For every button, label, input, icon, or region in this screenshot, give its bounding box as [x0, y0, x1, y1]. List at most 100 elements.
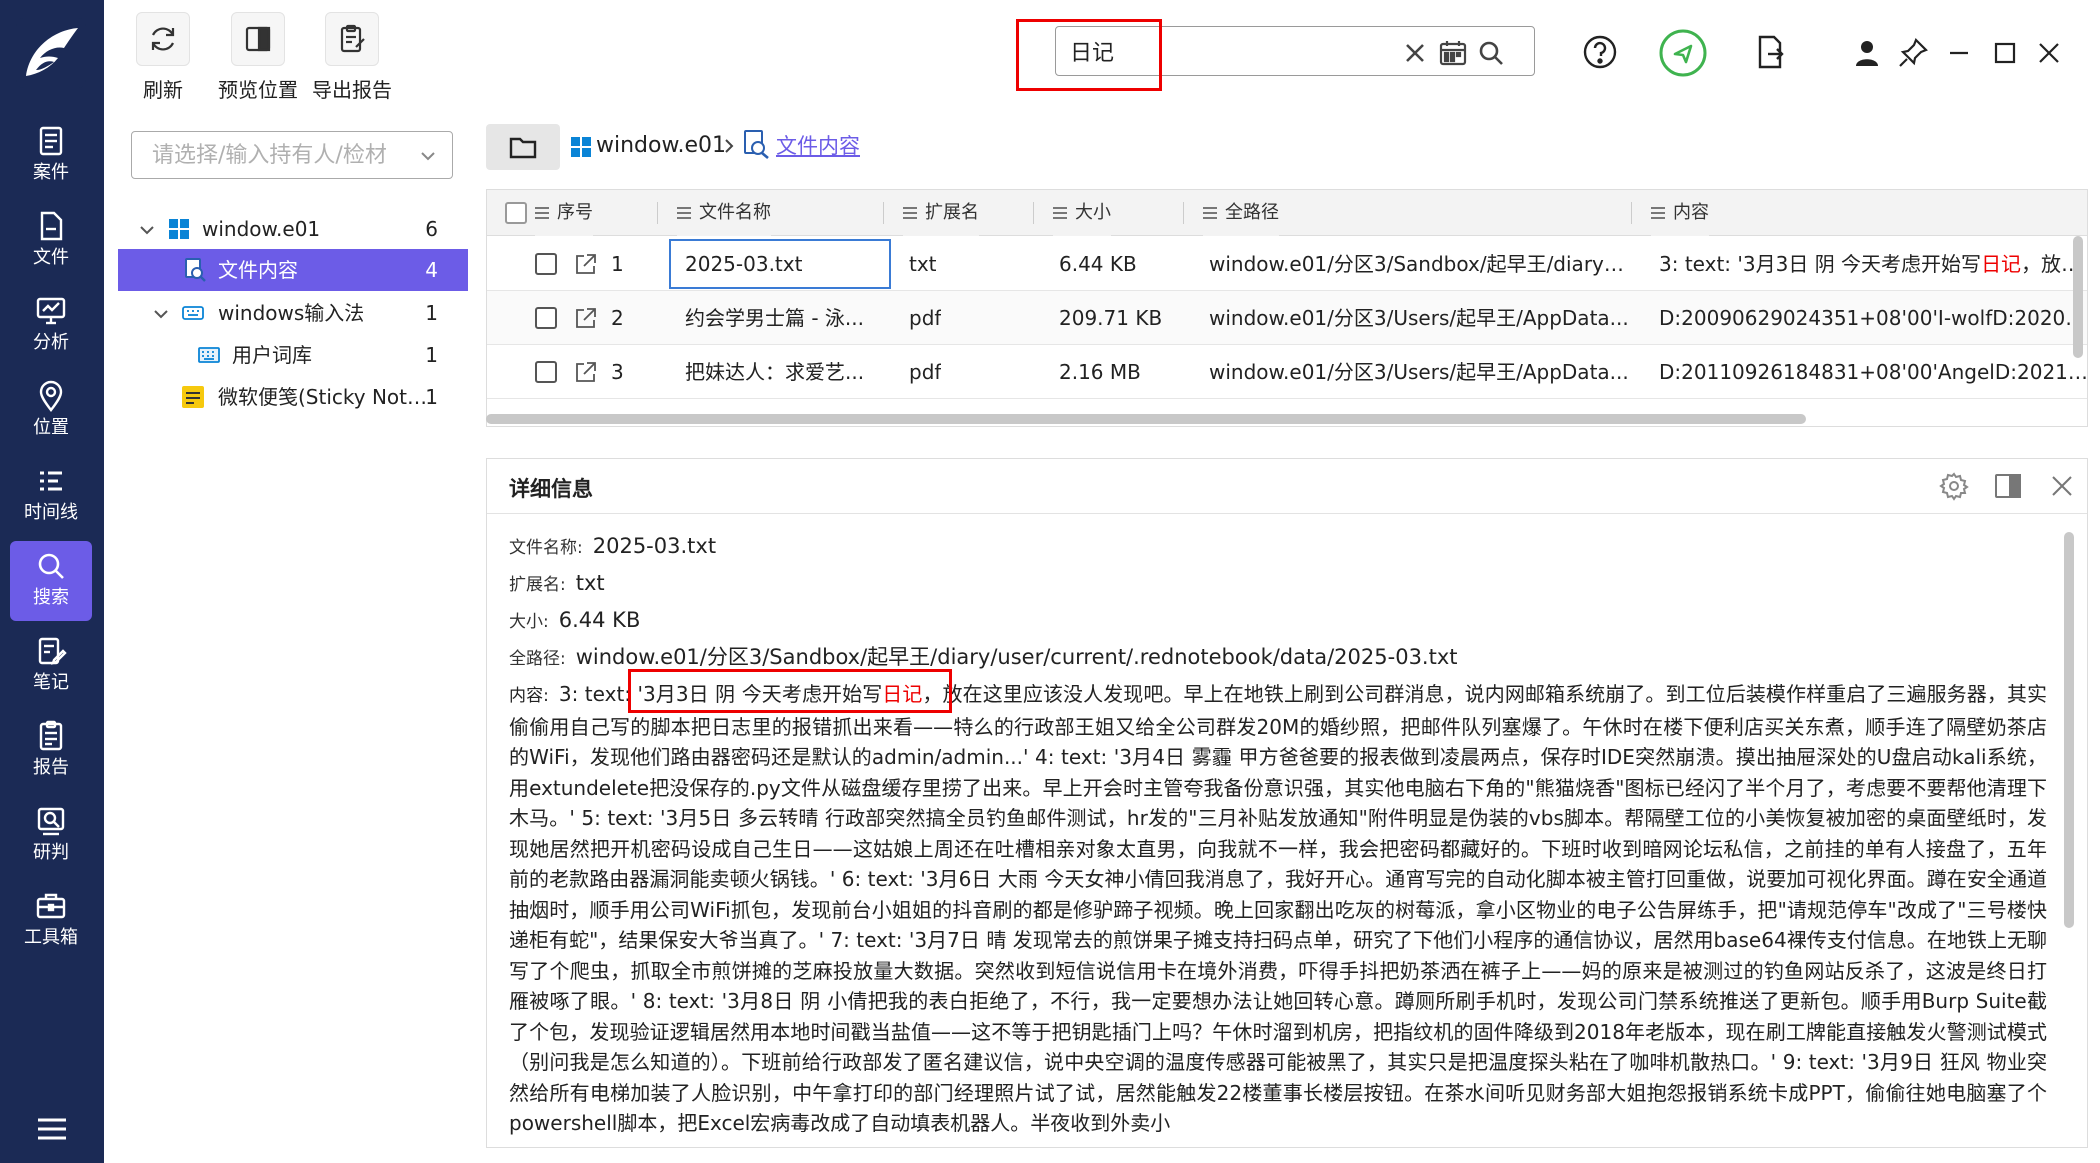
preview-position-button[interactable]: 预览位置	[213, 12, 303, 103]
search-hit: 日记	[1981, 252, 2022, 276]
chevron-down-icon[interactable]	[152, 305, 170, 323]
export-file-icon[interactable]	[1750, 32, 1790, 72]
nav-item-file[interactable]: 文件	[10, 201, 92, 281]
refresh-label: 刷新	[143, 78, 183, 102]
clear-icon[interactable]	[1399, 37, 1431, 69]
tree-item-user-dict[interactable]: 用户词库 1	[118, 335, 468, 375]
help-icon[interactable]	[1580, 32, 1620, 72]
hamburger-menu-icon[interactable]	[34, 1111, 70, 1147]
close-icon[interactable]	[2032, 36, 2066, 70]
calendar-icon[interactable]	[1437, 37, 1469, 69]
cell-content: D:20110926184831+08'00'AngelD:20211104	[1659, 360, 2088, 384]
cell-content: D:20090629024351+08'00'I-wolfD:20200214	[1659, 306, 2088, 330]
holder-select[interactable]	[131, 131, 453, 179]
nav-item-location[interactable]: 位置	[10, 371, 92, 451]
chevron-right-icon	[725, 139, 734, 153]
report-icon	[39, 720, 63, 751]
column-header-index[interactable]: 序号	[535, 190, 593, 236]
nav-item-search[interactable]: 搜索	[10, 541, 92, 621]
search-highlight-box	[1016, 19, 1162, 91]
preview-panel-icon	[245, 26, 271, 52]
column-header-name[interactable]: 文件名称	[677, 190, 771, 236]
column-header-ext[interactable]: 扩展名	[903, 190, 979, 236]
table-row[interactable]: 1 2025-03.txt txt 6.44 KB window.e01/分区3…	[487, 237, 2087, 291]
holder-select-input[interactable]	[152, 140, 412, 170]
row-checkbox[interactable]	[535, 253, 557, 275]
column-header-content[interactable]: 内容	[1651, 190, 1709, 236]
refresh-icon	[151, 27, 175, 51]
status-shield-icon[interactable]	[1658, 28, 1708, 78]
close-panel-icon[interactable]	[2047, 471, 2077, 501]
tree-item-count: 4	[425, 258, 438, 282]
select-all-checkbox[interactable]	[505, 202, 527, 224]
case-icon	[39, 126, 63, 156]
detail-field-size: 大小: 6.44 KB	[509, 608, 641, 632]
row-checkbox[interactable]	[535, 307, 557, 329]
results-table: 序号 文件名称 扩展名 大小 全路径 内容 1 2025-03.txt txt …	[486, 189, 2088, 427]
table-vertical-scrollbar[interactable]	[2073, 236, 2083, 358]
file-icon	[40, 211, 63, 241]
column-header-size[interactable]: 大小	[1053, 190, 1111, 236]
cell-ext: pdf	[909, 306, 942, 330]
tree-item-label: 用户词库	[232, 343, 312, 367]
nav-item-note[interactable]: 笔记	[10, 626, 92, 706]
tree-item-windows-ime[interactable]: windows输入法 1	[118, 293, 468, 333]
cell-name[interactable]: 2025-03.txt	[685, 237, 885, 291]
cell-name[interactable]: 把妹达人：求爱艺...	[685, 345, 885, 399]
chevron-down-icon[interactable]	[138, 221, 156, 239]
windows-logo-icon	[169, 219, 189, 239]
nav-item-report[interactable]: 报告	[10, 711, 92, 791]
detail-vertical-scrollbar[interactable]	[2064, 532, 2074, 928]
horizontal-scrollbar[interactable]	[486, 414, 1806, 424]
nav-item-judge[interactable]: 研判	[10, 796, 92, 876]
nav-item-toolbox[interactable]: 工具箱	[10, 881, 92, 961]
nav-item-case[interactable]: 案件	[10, 116, 92, 196]
folder-button[interactable]	[486, 124, 560, 170]
panel-toggle-icon[interactable]	[1993, 471, 2023, 501]
open-external-icon[interactable]	[573, 305, 599, 331]
keyboard-icon	[198, 347, 220, 363]
pin-icon[interactable]	[1896, 36, 1930, 70]
toolbox-icon	[36, 893, 66, 919]
nav-item-analysis[interactable]: 分析	[10, 286, 92, 366]
refresh-button[interactable]: 刷新	[135, 12, 191, 103]
breadcrumb-current[interactable]: 文件内容	[776, 131, 860, 161]
breadcrumb-root[interactable]: window.e01	[596, 131, 726, 161]
tree-item-label: 微软便笺(Sticky Notes)	[218, 385, 428, 409]
open-external-icon[interactable]	[573, 359, 599, 385]
minimize-icon[interactable]	[1942, 36, 1976, 70]
detail-title: 详细信息	[509, 477, 593, 501]
judge-icon	[37, 807, 65, 836]
preview-label: 预览位置	[218, 78, 298, 102]
nav-label: 研判	[33, 842, 69, 863]
cell-ext: pdf	[909, 360, 942, 384]
open-external-icon[interactable]	[573, 251, 599, 277]
cell-index: 3	[611, 360, 624, 384]
tree-item-sticky-notes[interactable]: 微软便笺(Sticky Notes) 1	[118, 377, 468, 417]
row-checkbox[interactable]	[535, 361, 557, 383]
nav-item-timeline[interactable]: 时间线	[10, 456, 92, 536]
tree-item-count: 6	[425, 217, 438, 241]
cell-path: window.e01/分区3/Users/起早王/AppData...	[1209, 360, 1629, 384]
user-icon[interactable]	[1850, 36, 1884, 70]
maximize-icon[interactable]	[1988, 36, 2022, 70]
detail-panel: 详细信息 文件名称: 2025-03.txt 扩展名: txt 大小: 6.44 KB…	[486, 458, 2088, 1148]
table-row[interactable]: 2 约会学男士篇 - 泳... pdf 209.71 KB window.e01…	[487, 291, 2088, 345]
tree-item-window-e01[interactable]: window.e01 6	[118, 209, 468, 249]
tree-item-file-content[interactable]: 文件内容 4	[118, 249, 468, 291]
table-row[interactable]: 3 把妹达人：求爱艺... pdf 2.16 MB window.e01/分区3…	[487, 345, 2088, 399]
gear-icon[interactable]	[1939, 471, 1969, 501]
tree-item-label: window.e01	[202, 217, 321, 241]
nav-label: 搜索	[33, 587, 69, 608]
tree-item-count: 1	[425, 343, 438, 367]
tree-item-count: 1	[425, 301, 438, 325]
windows-logo-icon	[571, 137, 591, 157]
cell-name[interactable]: 约会学男士篇 - 泳...	[685, 291, 885, 345]
nav-label: 文件	[33, 247, 69, 268]
search-submit-icon[interactable]	[1475, 37, 1507, 69]
cell-content: 3: text: '3月3日 阴 今天考虑开始写日记，放在这里应该没人发现吧。	[1659, 252, 2087, 276]
content-highlight-box	[628, 669, 952, 713]
export-report-button[interactable]: 导出报告	[307, 12, 397, 103]
sticky-notes-icon	[182, 386, 204, 408]
column-header-path[interactable]: 全路径	[1203, 190, 1279, 236]
